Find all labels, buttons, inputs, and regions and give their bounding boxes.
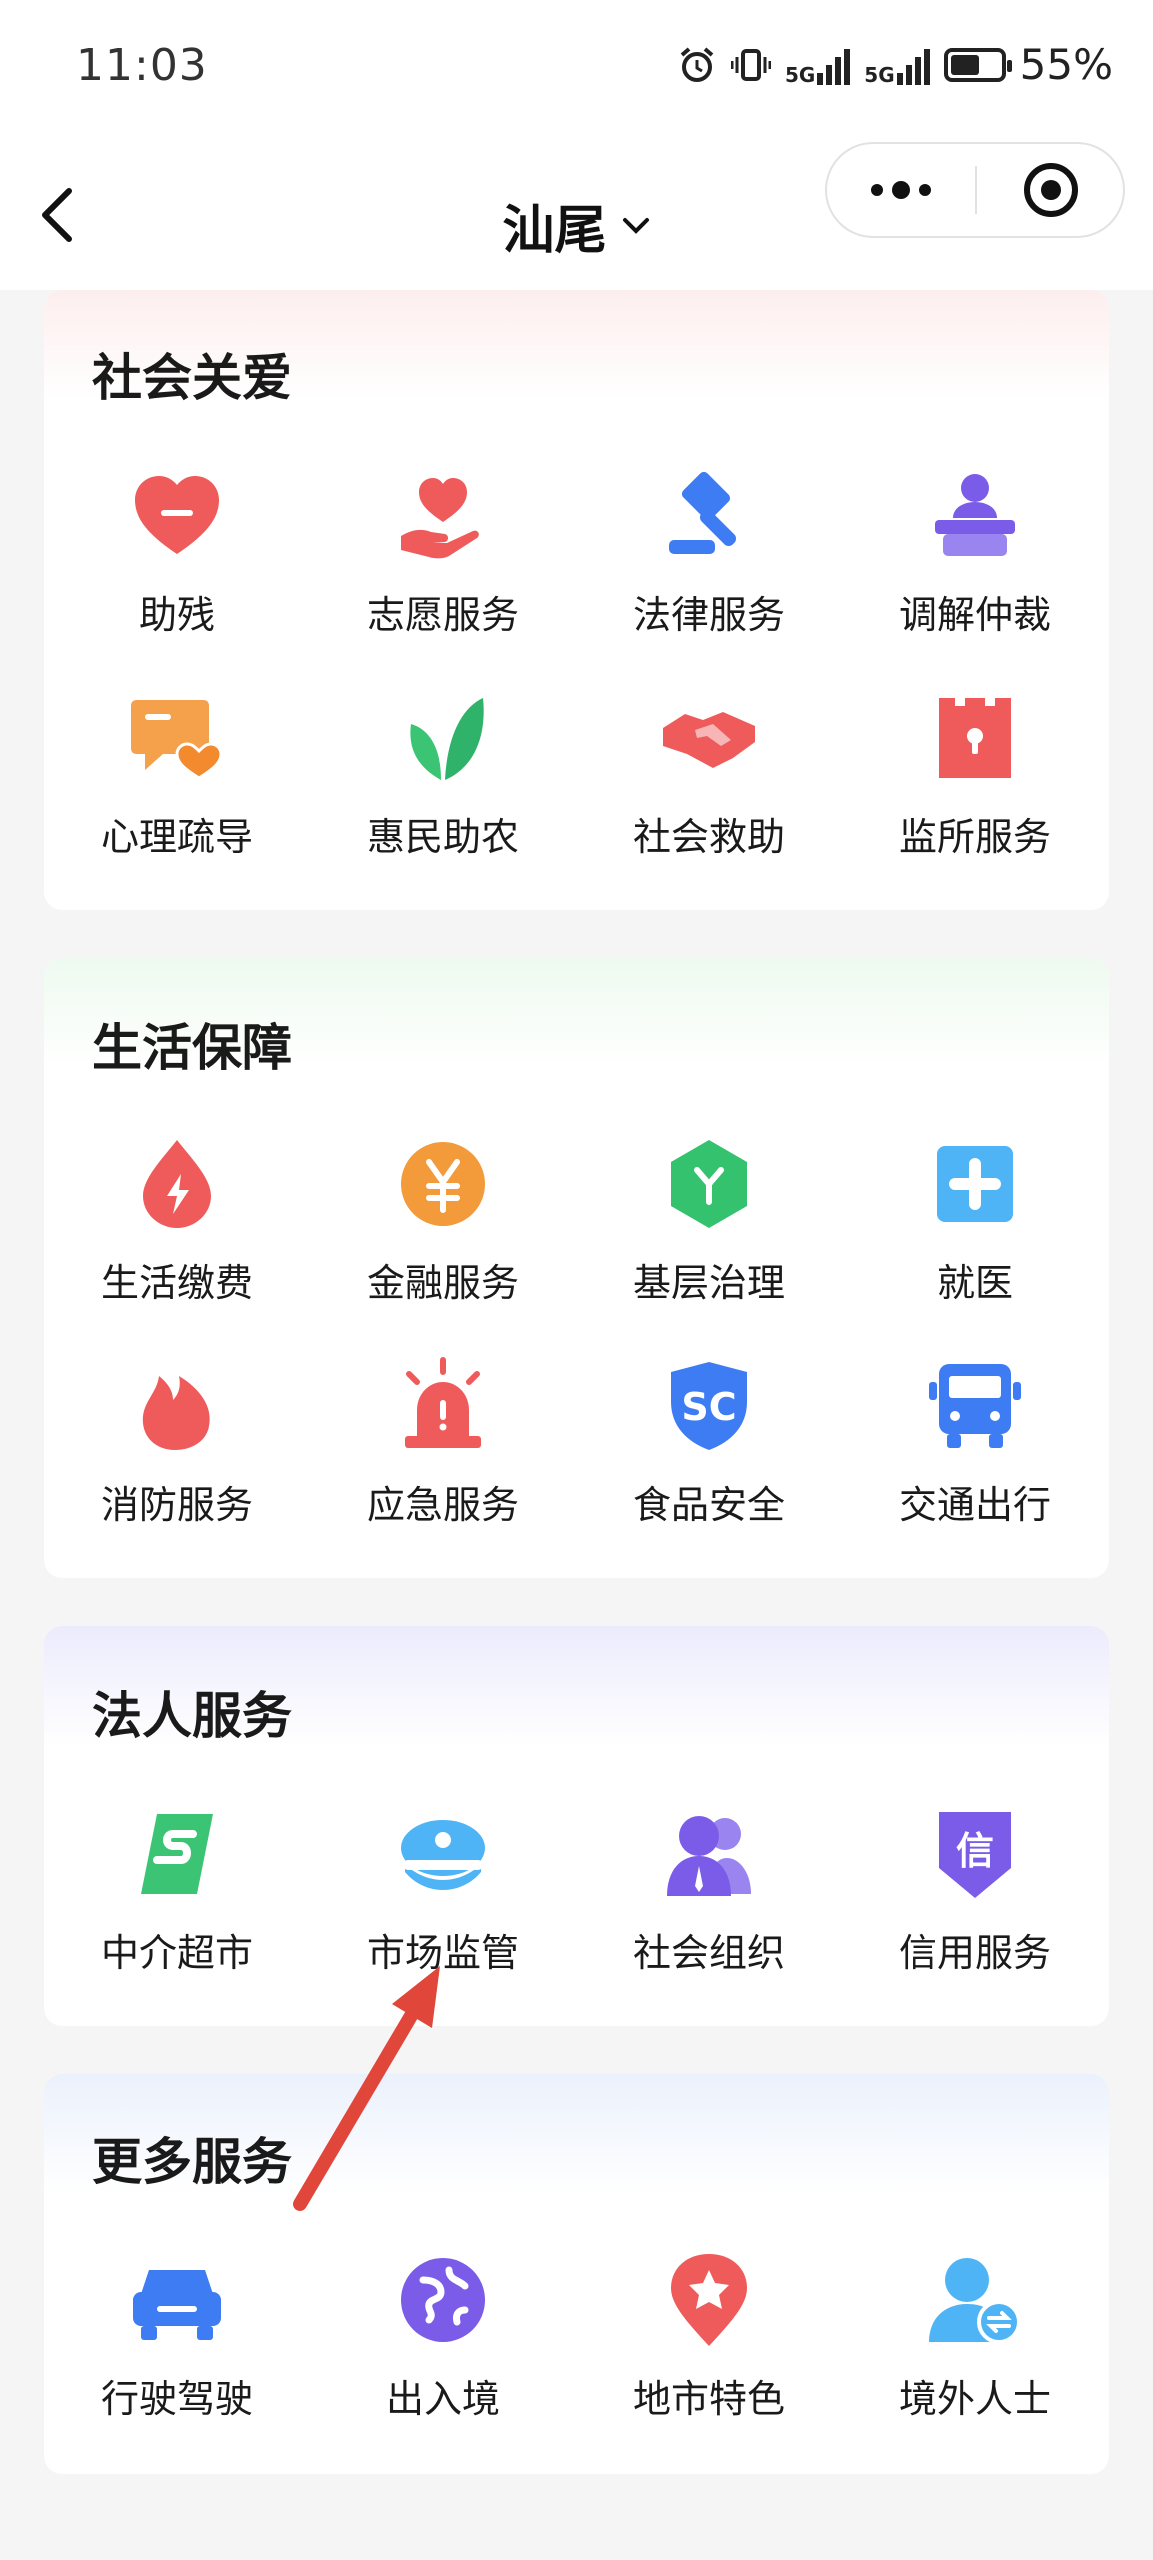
signal-bars-1: [817, 45, 851, 85]
alarm-clock-icon: [680, 46, 714, 82]
section-social-care: 社会关爱 助残 志愿服务 法律服务 调解仲裁 心理疏导 惠民助农 社会救助 监所…: [44, 290, 1109, 910]
section-more-services: 更多服务 行驶驾驶 出入境 地市特色 境外人士: [44, 2074, 1109, 2474]
service-legal[interactable]: 法律服务: [576, 466, 842, 639]
s-logo-icon: [141, 1814, 213, 1894]
energy-drop-icon: [143, 1140, 211, 1228]
handshake-icon: [663, 712, 755, 768]
lock-door-icon: [939, 698, 1011, 778]
section-corporate-services: 法人服务 中介超市 市场监管 社会组织 信 信用服务: [44, 1626, 1109, 2026]
service-market-supervision[interactable]: 市场监管: [310, 1804, 576, 1977]
globe-icon: [401, 2258, 485, 2342]
more-dots-icon: [871, 181, 931, 199]
leaf-icon: [410, 698, 484, 780]
medical-cross-icon: [937, 1146, 1013, 1222]
service-immigration[interactable]: 出入境: [310, 2250, 576, 2423]
car-icon: [133, 2270, 221, 2340]
gavel-icon: [669, 471, 737, 554]
network-type-1: 5G: [784, 62, 816, 87]
section-title: 生活保障: [92, 1019, 292, 1077]
location-star-icon: [671, 2254, 747, 2346]
svg-text:信: 信: [956, 1829, 994, 1873]
service-emergency[interactable]: 应急服务: [310, 1356, 576, 1529]
close-miniapp-button[interactable]: [977, 144, 1125, 236]
service-food-safety[interactable]: SC 食品安全: [576, 1356, 842, 1529]
service-credit[interactable]: 信 信用服务: [842, 1804, 1108, 1977]
service-transport[interactable]: 交通出行: [842, 1356, 1108, 1529]
service-finance[interactable]: 金融服务: [310, 1134, 576, 1307]
section-title: 社会关爱: [92, 349, 292, 407]
page-title: 汕尾: [502, 201, 607, 261]
hand-heart-icon: [401, 478, 479, 559]
flame-icon: [142, 1376, 210, 1450]
service-disability-aid[interactable]: 助残: [44, 466, 310, 639]
bus-icon: [929, 1364, 1021, 1448]
chat-heart-icon: [131, 700, 223, 780]
status-time: 11:03: [76, 40, 208, 91]
target-close-icon: [1024, 163, 1078, 217]
service-medical[interactable]: 就医: [842, 1134, 1108, 1307]
status-bar: 11:03 5G 5G 55%: [0, 0, 1153, 140]
service-volunteer[interactable]: 志愿服务: [310, 466, 576, 639]
vibrate-icon: [730, 48, 771, 81]
network-type-2: 5G: [864, 62, 895, 87]
shield-sc-icon: SC: [671, 1362, 747, 1450]
heart-icon: [135, 476, 219, 554]
service-intermediary-market[interactable]: 中介超市: [44, 1804, 310, 1977]
service-agriculture[interactable]: 惠民助农: [310, 688, 576, 861]
service-mediation[interactable]: 调解仲裁: [842, 466, 1108, 639]
miniapp-capsule: [825, 142, 1125, 238]
battery-percent: 55%: [1019, 40, 1113, 89]
service-grassroots-governance[interactable]: 基层治理: [576, 1134, 842, 1307]
service-local-features[interactable]: 地市特色: [576, 2250, 842, 2423]
battery-icon: [943, 47, 1012, 82]
signal-bars-2: [896, 45, 930, 85]
foreigner-icon: [929, 2258, 1021, 2344]
service-social-relief[interactable]: 社会救助: [576, 688, 842, 861]
section-life-security: 生活保障 生活缴费 金融服务 基层治理 就医 消防服务 应急服务 SC 食品安全: [44, 958, 1109, 1578]
yuan-icon: [401, 1142, 485, 1226]
service-psychological[interactable]: 心理疏导: [44, 688, 310, 861]
credit-shield-icon: 信: [939, 1812, 1011, 1898]
service-social-organization[interactable]: 社会组织: [576, 1804, 842, 1977]
service-utility-payment[interactable]: 生活缴费: [44, 1134, 310, 1307]
section-title: 更多服务: [92, 2133, 292, 2191]
hexagon-icon: [671, 1140, 747, 1228]
service-driving[interactable]: 行驶驾驶: [44, 2250, 310, 2423]
status-icons: 5G 5G 55%: [677, 40, 1113, 89]
chevron-down-icon: [622, 217, 649, 234]
more-button[interactable]: [827, 144, 975, 236]
mediator-icon: [935, 474, 1015, 556]
group-icon: [667, 1816, 751, 1896]
service-foreigners[interactable]: 境外人士: [842, 2250, 1108, 2423]
service-detention[interactable]: 监所服务: [842, 688, 1108, 861]
service-fire[interactable]: 消防服务: [44, 1356, 310, 1529]
svg-text:SC: SC: [681, 1385, 736, 1429]
alarm-icon: [405, 1357, 481, 1448]
police-cap-icon: [401, 1820, 485, 1890]
section-title: 法人服务: [92, 1687, 292, 1745]
